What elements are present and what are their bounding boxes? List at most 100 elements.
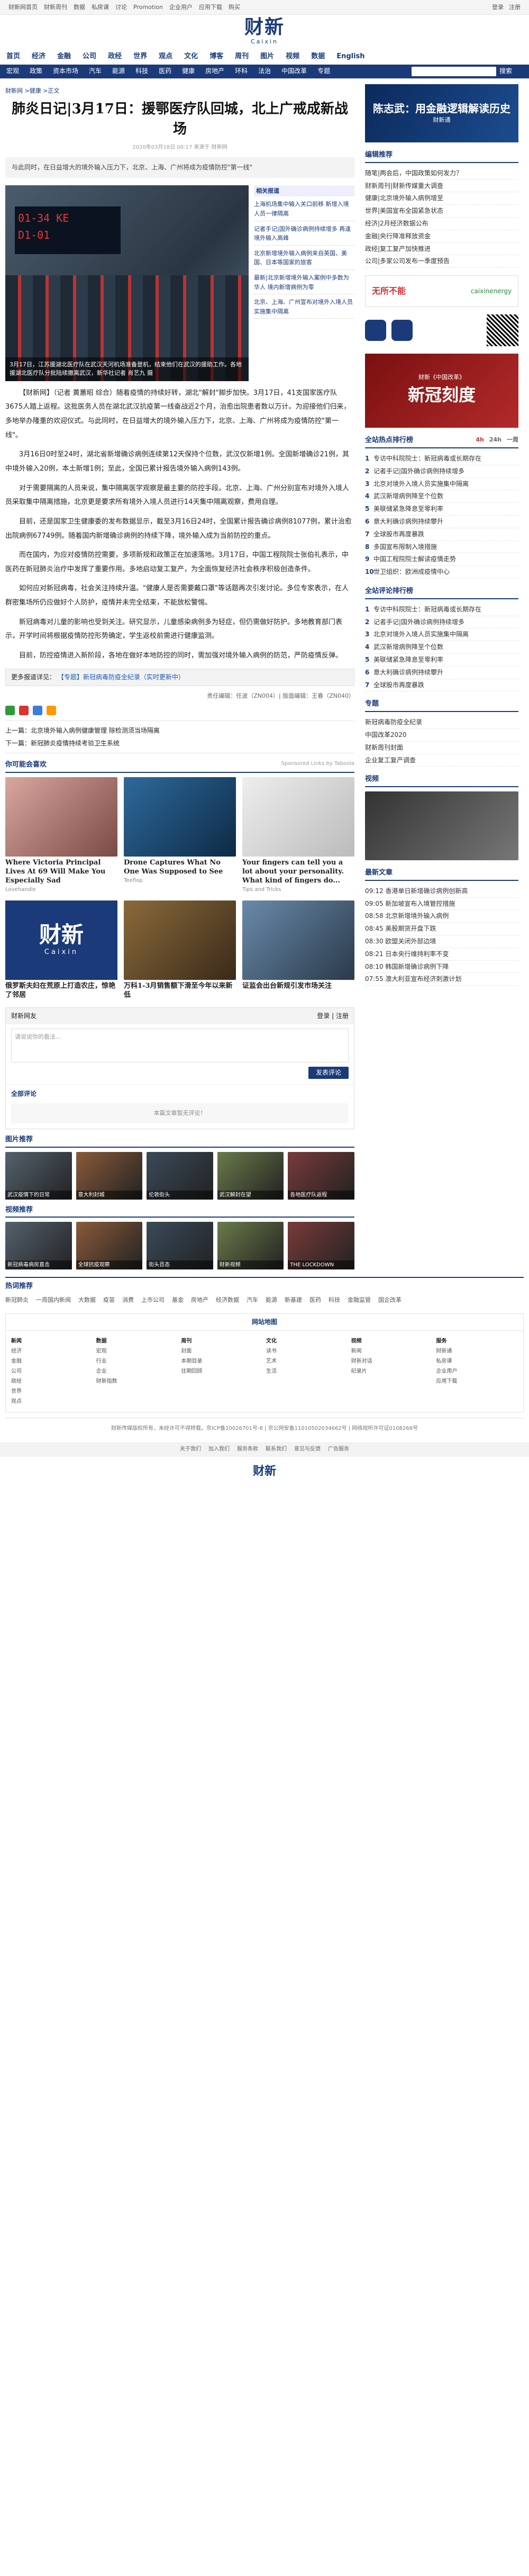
list-item[interactable]: 公司|多家公司发布一季度预告: [365, 255, 518, 268]
list-item-text[interactable]: 多国宣布限制入境措施: [373, 543, 437, 551]
register-link[interactable]: 注册: [509, 3, 521, 12]
submit-comment-button[interactable]: 发表评论: [308, 1066, 349, 1079]
weibo-icon[interactable]: [19, 706, 29, 716]
list-item-text[interactable]: 世卫组织：欧洲成疫情中心: [373, 568, 450, 575]
list-item-text[interactable]: 意大利确诊病例持续攀升: [373, 669, 443, 676]
list-item[interactable]: 3 北京对境外入境人员实施集中隔离: [365, 628, 518, 642]
subnav-item[interactable]: 宏观: [6, 66, 19, 76]
list-item-text[interactable]: 随笔|两会后，中国政策如何发力？: [365, 169, 462, 177]
list-item[interactable]: 09:05 新加坡宣布入境管控措施: [365, 898, 518, 911]
subnav-item[interactable]: 中国改革: [281, 66, 307, 76]
recommend-title[interactable]: 万科1-3月销售额下滑至今年以来新低: [124, 982, 236, 1000]
subnav-item[interactable]: 专题: [317, 66, 330, 76]
list-item-text[interactable]: 专访中科院院士：新冠病毒或长期存在: [373, 606, 481, 613]
hot-tab[interactable]: 4h: [476, 435, 484, 446]
list-item[interactable]: 10世卫组织：欧洲成疫情中心: [365, 566, 518, 579]
nav-item[interactable]: 经济: [32, 51, 45, 62]
list-item-text[interactable]: 财新周刊封面: [365, 744, 403, 751]
nav-item[interactable]: English: [336, 51, 364, 62]
recommend-title[interactable]: 俄罗斯夫妇在荒原上打造农庄，惊艳了邻居: [5, 982, 117, 1000]
list-item-text[interactable]: 武汉新增病例降至个位数: [373, 492, 443, 500]
list-item-text[interactable]: 全球股市再度暴跌: [373, 530, 424, 538]
subnav-item[interactable]: 政策: [30, 66, 42, 76]
search-button[interactable]: 搜索: [499, 66, 512, 76]
sitemap-head[interactable]: 周刊: [181, 1336, 263, 1346]
subnav-item[interactable]: 房地产: [205, 66, 224, 76]
list-item-text[interactable]: 08:45 美股期货开盘下跌: [365, 925, 436, 932]
subnav-item[interactable]: 医药: [159, 66, 171, 76]
more-share-icon[interactable]: [47, 706, 56, 716]
sitemap-head[interactable]: 服务: [436, 1336, 518, 1346]
footer-link[interactable]: 关于我们: [180, 1445, 201, 1454]
weibo-app-icon[interactable]: [391, 320, 413, 341]
breadcrumb[interactable]: 财新网 >健康 >正文: [5, 86, 354, 96]
recommend-card[interactable]: Your fingers can tell you a lot about yo…: [242, 777, 354, 894]
video-thumb[interactable]: 街头百态: [147, 1222, 213, 1270]
app-icon[interactable]: [365, 320, 386, 341]
sitemap-link[interactable]: 应用下载: [436, 1376, 518, 1386]
hotword[interactable]: 新冠肺炎: [5, 1295, 29, 1305]
sitemap-link[interactable]: 本期目录: [181, 1356, 263, 1366]
list-item-text[interactable]: 意大利确诊病例持续攀升: [373, 518, 443, 525]
sitemap-link[interactable]: 私房课: [436, 1356, 518, 1366]
subnav-item[interactable]: 能源: [112, 66, 125, 76]
hotword[interactable]: 能源: [266, 1295, 277, 1305]
video-thumb[interactable]: 财新视频: [217, 1222, 284, 1270]
list-item-text[interactable]: 08:21 日本央行维持利率不变: [365, 950, 449, 958]
sitemap-link[interactable]: 往期回顾: [181, 1366, 263, 1376]
list-item[interactable]: 08:58 北京新增境外输入病例: [365, 910, 518, 923]
footer-link[interactable]: 意见与反馈: [294, 1445, 321, 1454]
list-item[interactable]: 6 意大利确诊病例持续攀升: [365, 516, 518, 528]
list-item-text[interactable]: 记者手记|国外确诊病例持续增多: [373, 618, 464, 626]
sitemap-link[interactable]: 企业: [96, 1366, 178, 1376]
list-item-text[interactable]: 专访中科院院士：新冠病毒或长期存在: [373, 455, 481, 462]
footer-link[interactable]: 联系我们: [266, 1445, 287, 1454]
photo-thumb[interactable]: 各地医疗队返程: [288, 1151, 354, 1200]
sponsor-label[interactable]: Sponsored Links by Taboola: [281, 760, 354, 771]
wechat-icon[interactable]: [5, 706, 15, 716]
list-item[interactable]: 2 记者手记|国外确诊病例持续增多: [365, 465, 518, 478]
sitemap-link[interactable]: 财新对话: [351, 1356, 433, 1366]
recommend-image[interactable]: [5, 777, 117, 857]
comment-input[interactable]: 请说说你的看法...: [11, 1028, 349, 1062]
recommend-card[interactable]: Drone Captures What No One Was Supposed …: [124, 777, 236, 894]
list-item-text[interactable]: 美联储紧急降息至零利率: [373, 505, 443, 512]
hotword[interactable]: 一周国内新闻: [36, 1295, 71, 1305]
recommend-title[interactable]: Where Victoria Principal Lives At 69 Wil…: [5, 859, 117, 886]
list-item[interactable]: 中国改革2020: [365, 729, 518, 742]
recommend-image[interactable]: [124, 900, 236, 980]
list-item[interactable]: 财新周刊封面: [365, 742, 518, 754]
list-item-text[interactable]: 中国改革2020: [365, 731, 407, 738]
top-link[interactable]: 财新周刊: [44, 4, 67, 11]
sitemap-link[interactable]: 艺术: [266, 1356, 348, 1366]
nav-item[interactable]: 观点: [159, 51, 172, 62]
nav-item[interactable]: 视频: [286, 51, 299, 62]
qzone-icon[interactable]: [33, 706, 42, 716]
nav-item[interactable]: 公司: [83, 51, 96, 62]
sitemap-link[interactable]: 读书: [266, 1346, 348, 1356]
list-item-text[interactable]: 全球股市再度暴跌: [373, 681, 424, 689]
list-item[interactable]: 5 美联储紧急降息至零利率: [365, 503, 518, 516]
nav-item[interactable]: 博客: [209, 51, 223, 62]
sitemap-head[interactable]: 文化: [266, 1336, 348, 1346]
list-item-text[interactable]: 公司|多家公司发布一季度预告: [365, 257, 450, 265]
list-item[interactable]: 4 武汉新增病例降至个位数: [365, 641, 518, 654]
hotword[interactable]: 国企改革: [378, 1295, 402, 1305]
list-item[interactable]: 1 专访中科院院士：新冠病毒或长期存在: [365, 453, 518, 465]
hotword[interactable]: 新基建: [285, 1295, 302, 1305]
sitemap-head[interactable]: 数据: [96, 1336, 178, 1346]
comments-tab[interactable]: 全部评论: [6, 1084, 354, 1103]
list-item[interactable]: 经济|2月经济数据公布: [365, 218, 518, 230]
list-item[interactable]: 健康|北京境外输入病例增至: [365, 192, 518, 205]
list-item-text[interactable]: 政经|复工复产加快推进: [365, 245, 431, 253]
recommend-title[interactable]: Your fingers can tell you a lot about yo…: [242, 859, 354, 886]
footer-link[interactable]: 加入我们: [208, 1445, 230, 1454]
sidebar-ad-reform[interactable]: 财新《中国改革》 新冠刻度: [365, 354, 518, 428]
related-item[interactable]: 北京、上海、广州宣布对境外入境人员实施集中隔离: [254, 298, 354, 319]
subnav-item[interactable]: 健康: [182, 66, 195, 76]
list-item[interactable]: 世界|美国宣布全国紧急状态: [365, 205, 518, 218]
top-link[interactable]: 数据: [74, 4, 85, 11]
sitemap-link[interactable]: 封面: [181, 1346, 263, 1356]
top-link[interactable]: 应用下载: [199, 4, 222, 11]
hotword[interactable]: 大数据: [78, 1295, 96, 1305]
